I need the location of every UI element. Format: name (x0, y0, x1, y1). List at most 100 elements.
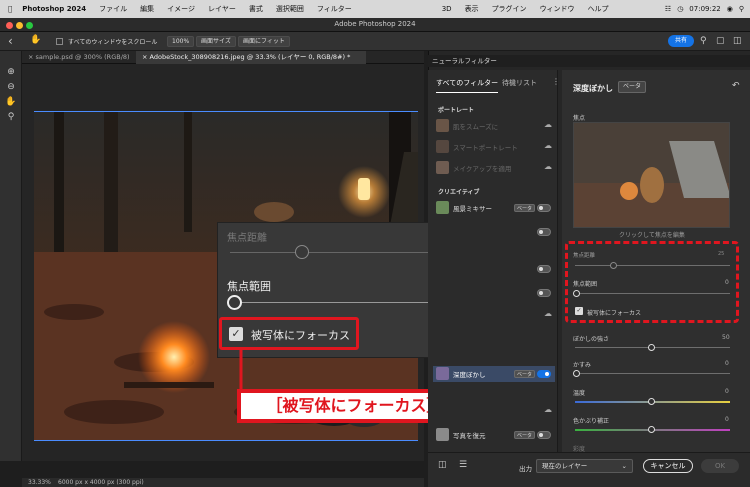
menu-help[interactable]: ヘルプ (588, 4, 609, 14)
filter-toggle[interactable] (537, 265, 551, 273)
section-portrait: ポートレート (438, 107, 475, 114)
filter-depth-blur[interactable]: 深度ぼかし ベータ (433, 366, 555, 382)
zoom-out-icon[interactable]: ⊖ (5, 81, 17, 93)
beta-badge: ベータ (514, 431, 536, 439)
menu-image[interactable]: イメージ (167, 4, 195, 14)
chevron-down-icon: ⌄ (621, 462, 627, 470)
reset-icon[interactable]: ↶ (732, 81, 740, 91)
close-tab-icon[interactable]: × (142, 53, 147, 61)
focus-subject-checkbox[interactable]: ✓ (575, 307, 583, 315)
ok-button[interactable]: OK (701, 459, 739, 473)
hand-tool-icon[interactable]: ✋ (5, 96, 17, 108)
zoom-focal-distance-label: 焦点距離 (227, 233, 267, 244)
focal-distance-value: 25 (718, 251, 725, 257)
tab-adobestock[interactable]: × AdobeStock_308908216.jpeg @ 33.3% (レイヤ… (136, 51, 366, 64)
filter-thumbnail (436, 428, 449, 441)
panel-menu-icon[interactable]: ⋮ (552, 77, 560, 86)
focal-point-preview[interactable] (573, 122, 730, 228)
filter-thumbnail (436, 201, 449, 214)
landscape-mixer-toggle[interactable] (537, 204, 551, 212)
menu-filter[interactable]: フィルター (317, 4, 352, 14)
temperature-value: 0 (725, 388, 729, 395)
filter-thumbnail (436, 161, 449, 174)
tab-all-filters[interactable]: すべてのフィルター (436, 78, 499, 93)
menu-type[interactable]: 書式 (249, 4, 263, 14)
search-menu-icon[interactable]: ⚲ (739, 5, 744, 13)
cloud-download-icon[interactable]: ☁ (544, 309, 552, 318)
tools-panel: ⊕ ⊖ ✋ ⚲ (0, 51, 22, 461)
close-tab-icon[interactable]: × (28, 53, 33, 61)
zoom-in-icon[interactable]: ⊕ (5, 66, 17, 78)
share-button[interactable]: 共有 (668, 35, 694, 47)
menu-layer[interactable]: レイヤー (208, 4, 236, 14)
filter-list-row[interactable] (433, 285, 555, 301)
blur-strength-label: ぼかしの強さ (573, 336, 610, 343)
fit-screen-button[interactable]: 画面サイズ (196, 36, 236, 47)
control-center-icon[interactable]: ◉ (727, 5, 733, 13)
search-icon[interactable]: ⚲ (700, 36, 707, 46)
doc-info[interactable]: 6000 px x 4000 px (300 ppi) (58, 478, 144, 487)
filter-skin-smoothing[interactable]: 肌をスムーズに ☁ (433, 118, 555, 134)
settings-title: 深度ぼかし (573, 84, 613, 93)
menu-bar:  Photoshop 2024 ファイル 編集 イメージ レイヤー 書式 選択… (0, 0, 750, 18)
apple-icon[interactable]:  (8, 5, 12, 13)
cloud-download-icon[interactable]: ☁ (544, 120, 552, 129)
tint-label: 色かぶり補正 (573, 418, 610, 425)
cloud-download-icon[interactable]: ☁ (544, 405, 552, 414)
wifi-icon[interactable]: ☷ (665, 5, 671, 13)
cancel-button[interactable]: キャンセル (643, 459, 693, 473)
cloud-download-icon[interactable]: ☁ (544, 162, 552, 171)
menu-file[interactable]: ファイル (99, 4, 127, 14)
zoom-focal-distance-knob[interactable] (295, 245, 309, 259)
depth-blur-toggle[interactable] (537, 370, 551, 378)
zoom-focal-range-knob[interactable] (227, 295, 242, 310)
filter-list-row[interactable] (433, 261, 555, 277)
menu-view[interactable]: 表示 (465, 4, 479, 14)
filter-photo-restoration[interactable]: 写真を復元 ベータ (433, 427, 555, 443)
haze-slider[interactable] (573, 370, 580, 377)
zoom-tool-icon[interactable]: ⚲ (5, 111, 17, 123)
blur-strength-value: 50 (722, 334, 730, 341)
menu-window[interactable]: ウィンドウ (540, 4, 575, 14)
clock[interactable]: 07:09:22 (689, 5, 720, 13)
hand-tool-icon: ✋ (30, 35, 42, 45)
tint-value: 0 (725, 416, 729, 423)
temperature-slider[interactable] (648, 398, 655, 405)
tab-sample-psd[interactable]: × sample.psd @ 300% (RGB/8) (22, 51, 134, 64)
tab-waitlist[interactable]: 待機リスト (502, 78, 537, 88)
app-menu[interactable]: Photoshop 2024 (22, 5, 86, 13)
filter-smart-portrait[interactable]: スマートポートレート ☁ (433, 139, 555, 155)
document-tabs: × sample.psd @ 300% (RGB/8) × AdobeStock… (22, 51, 424, 64)
filter-list-row[interactable]: ☁ (433, 403, 555, 419)
output-select[interactable]: 現在のレイヤー ⌄ (536, 459, 633, 473)
tint-slider[interactable] (648, 426, 655, 433)
preview-toggle-icon[interactable]: ◫ (438, 460, 447, 470)
filter-landscape-mixer[interactable]: 風景ミキサー ベータ (433, 200, 555, 216)
filter-toggle[interactable] (537, 228, 551, 236)
checkbox-highlight-frame (219, 317, 359, 350)
filter-toggle[interactable] (537, 289, 551, 297)
focal-distance-slider[interactable] (610, 262, 617, 269)
scroll-all-checkbox[interactable] (56, 38, 63, 45)
menu-plugins[interactable]: プラグイン (492, 4, 527, 14)
filter-thumbnail (436, 140, 449, 153)
zoom-readout[interactable]: 33.33% (28, 478, 51, 487)
layers-icon[interactable]: ☰ (459, 460, 467, 470)
filter-list-row[interactable] (433, 224, 555, 240)
home-icon[interactable]: ‹ (8, 34, 13, 48)
arrange-icon[interactable]: ◫ (733, 36, 742, 46)
menu-3d[interactable]: 3D (442, 5, 452, 13)
photo-restore-toggle[interactable] (537, 431, 551, 439)
blur-strength-slider[interactable] (648, 344, 655, 351)
menu-select[interactable]: 選択範囲 (276, 4, 304, 14)
filter-makeup-transfer[interactable]: メイクアップを適用 ☁ (433, 160, 555, 176)
zoom-100-button[interactable]: 100% (167, 36, 195, 47)
filter-list-row[interactable]: ☁ (433, 307, 555, 323)
menu-edit[interactable]: 編集 (140, 4, 154, 14)
focal-range-slider[interactable] (573, 290, 580, 297)
workspace-icon[interactable]: ▢ (716, 36, 725, 46)
cloud-download-icon[interactable]: ☁ (544, 141, 552, 150)
options-bar: ‹ ✋ すべてのウィンドウをスクロール 100% 画面サイズ 画面にフィット 共… (0, 32, 750, 51)
window-title: Adobe Photoshop 2024 (334, 20, 416, 28)
fill-screen-button[interactable]: 画面にフィット (238, 36, 290, 47)
